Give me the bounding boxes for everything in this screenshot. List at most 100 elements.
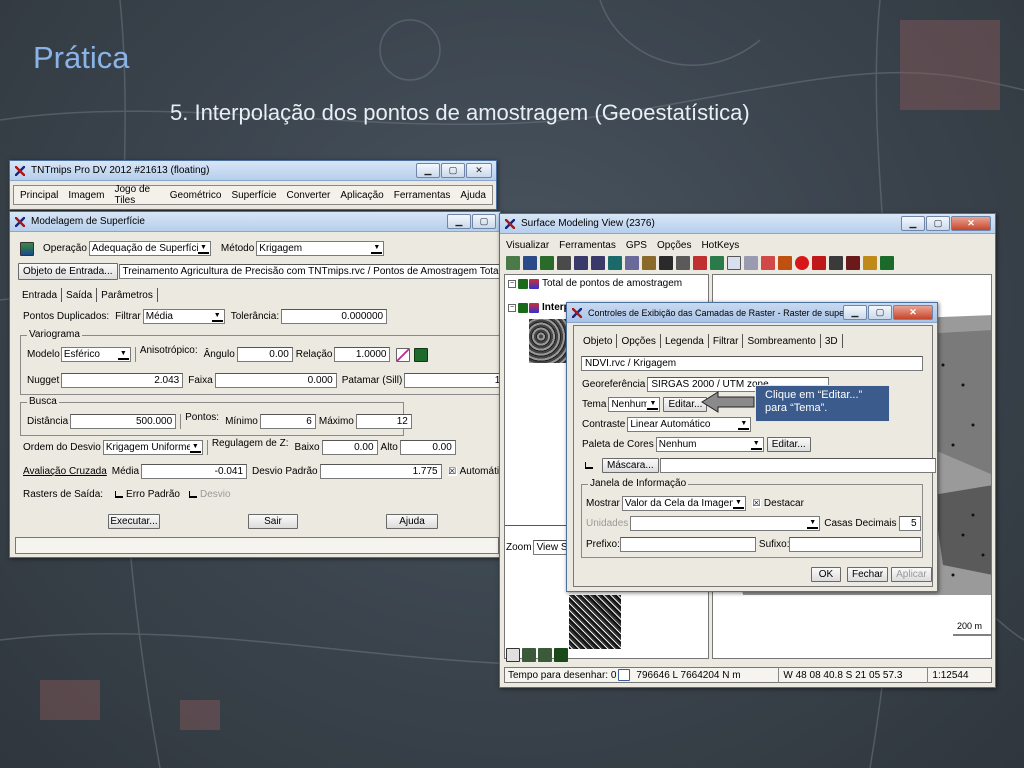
objeto-entrada-button[interactable]: Objeto de Entrada... — [18, 263, 118, 280]
unidades-select[interactable]: ▼ — [630, 516, 821, 531]
pan-icon[interactable] — [540, 256, 554, 270]
executar-button[interactable]: Executar... — [108, 514, 160, 529]
menu-ajuda[interactable]: Ajuda — [460, 190, 486, 201]
faixa-field[interactable]: 0.000 — [214, 373, 337, 388]
view-window-titlebar[interactable]: Surface Modeling View (2376) ▁ ▢ ✕ — [500, 214, 995, 234]
menu-aplicacao[interactable]: Aplicação — [340, 190, 383, 201]
paleta-editar-button[interactable]: Editar... — [766, 437, 811, 452]
menu-opcoes[interactable]: Opções — [657, 240, 691, 251]
close-button[interactable]: ✕ — [951, 216, 991, 231]
maximo-field[interactable]: 12 — [355, 414, 412, 429]
filtrar-select[interactable]: Média ▼ — [142, 309, 225, 324]
tema-select[interactable]: Nenhum ▼ — [608, 397, 661, 412]
tab-objeto[interactable]: Objeto — [579, 336, 616, 347]
close-button[interactable]: ✕ — [466, 163, 492, 178]
camera-icon[interactable] — [676, 256, 690, 270]
baixo-field[interactable]: 0.00 — [321, 440, 378, 455]
angulo-field[interactable]: 0.00 — [236, 347, 293, 362]
minimize-button[interactable]: ▁ — [901, 216, 925, 231]
avaliacao-cruzada-label[interactable]: Avaliação Cruzada — [23, 466, 107, 477]
minimize-button[interactable]: ▁ — [416, 163, 440, 178]
zoom-out-icon[interactable] — [591, 256, 605, 270]
pointer-icon[interactable] — [846, 256, 860, 270]
variogram-chart-icon[interactable] — [396, 347, 411, 362]
layers-icon[interactable] — [642, 256, 656, 270]
menu-ferramentas[interactable]: Ferramentas — [394, 190, 451, 201]
back-icon[interactable] — [778, 256, 792, 270]
sair-button[interactable]: Sair — [248, 514, 298, 529]
tab-sombreamento[interactable]: Sombreamento — [743, 336, 819, 347]
tab-parametros[interactable]: Parâmetros — [97, 290, 157, 301]
menu-hotkeys[interactable]: HotKeys — [701, 240, 739, 251]
zoom-in-icon[interactable] — [522, 648, 536, 662]
maximize-button[interactable]: ▢ — [472, 214, 496, 229]
minimo-field[interactable]: 6 — [259, 414, 316, 429]
refresh-icon[interactable] — [538, 648, 552, 662]
save-icon[interactable] — [414, 347, 429, 362]
tab-legenda[interactable]: Legenda — [661, 336, 708, 347]
distancia-field[interactable]: 500.000 — [70, 414, 177, 429]
aplicar-button[interactable]: Aplicar — [891, 567, 932, 582]
metodo-select[interactable]: Krigagem ▼ — [256, 241, 385, 256]
destacar-checkbox[interactable]: ☒ — [751, 499, 761, 508]
legend-icon[interactable] — [727, 256, 741, 270]
menu-imagem[interactable]: Imagem — [68, 190, 104, 201]
tab-3d[interactable]: 3D — [821, 336, 842, 347]
grid-icon[interactable] — [625, 256, 639, 270]
zoom-full-icon[interactable] — [554, 648, 568, 662]
gps-icon[interactable] — [506, 256, 520, 270]
contraste-select[interactable]: Linear Automático ▼ — [627, 417, 752, 432]
automatico-checkbox[interactable]: ☒ — [447, 467, 457, 476]
nugget-field[interactable]: 2.043 — [61, 373, 184, 388]
mascara-checkbox[interactable] — [585, 462, 593, 469]
sufixo-field[interactable] — [789, 537, 922, 552]
mascara-button[interactable]: Máscara... — [602, 458, 659, 473]
close-button[interactable]: ✕ — [893, 305, 933, 320]
zoom-in-icon[interactable] — [574, 256, 588, 270]
operacao-select[interactable]: Adequação de Superfície ▼ — [88, 241, 211, 256]
relacao-field[interactable]: 1.0000 — [334, 347, 391, 362]
maximize-button[interactable]: ▢ — [441, 163, 465, 178]
alto-field[interactable]: 0.00 — [399, 440, 456, 455]
layer-item[interactable]: − Total de pontos de amostragem — [508, 278, 682, 289]
menu-converter[interactable]: Converter — [286, 190, 330, 201]
layer-item[interactable]: − Interp — [508, 302, 570, 313]
measure-icon[interactable] — [744, 256, 758, 270]
refresh-icon[interactable] — [812, 256, 826, 270]
casas-decimais-field[interactable]: 5 — [898, 516, 921, 531]
menu-superficie[interactable]: Superfície — [231, 190, 276, 201]
view-scale-field[interactable]: View Sc — [532, 540, 567, 555]
desvio-checkbox[interactable] — [188, 491, 197, 498]
paleta-select[interactable]: Nenhum ▼ — [655, 437, 764, 452]
stop-icon[interactable] — [795, 256, 809, 270]
patamar-field[interactable]: 1 — [404, 373, 500, 388]
tab-saida[interactable]: Saída — [62, 290, 96, 301]
tab-entrada[interactable]: Entrada — [20, 290, 61, 301]
tolerancia-field[interactable]: 0.000000 — [281, 309, 388, 324]
maximize-button[interactable]: ▢ — [868, 305, 892, 320]
ajuda-button[interactable]: Ajuda — [386, 514, 438, 529]
find-icon[interactable] — [829, 256, 843, 270]
menu-ferramentas[interactable]: Ferramentas — [559, 240, 616, 251]
modelo-select[interactable]: Esférico ▼ — [60, 347, 131, 362]
minimize-button[interactable]: ▁ — [447, 214, 471, 229]
menu-gps[interactable]: GPS — [626, 240, 647, 251]
ordem-desvio-select[interactable]: Krigagem Uniforme ▼ — [102, 440, 203, 455]
zoom-icon[interactable] — [557, 256, 571, 270]
menu-principal[interactable]: Principal — [20, 190, 58, 201]
add-layer-icon[interactable] — [693, 256, 707, 270]
edit-icon[interactable] — [863, 256, 877, 270]
tab-filtrar[interactable]: Filtrar — [709, 336, 743, 347]
table-icon[interactable] — [710, 256, 724, 270]
menu-visualizar[interactable]: Visualizar — [506, 240, 549, 251]
mostrar-select[interactable]: Valor da Cela da Imagem ▼ — [621, 496, 746, 511]
menu-jogo-de-tiles[interactable]: Jogo de Tiles — [114, 184, 159, 206]
zoom-box-icon[interactable] — [608, 256, 622, 270]
raster-dialog-titlebar[interactable]: Controles de Exibição das Camadas de Ras… — [567, 303, 937, 323]
prefixo-field[interactable] — [619, 537, 756, 552]
coordinates-icon[interactable] — [618, 669, 631, 681]
main-window-titlebar[interactable]: TNTmips Pro DV 2012 #21613 (floating) ▁ … — [10, 161, 496, 181]
color-icon[interactable] — [761, 256, 775, 270]
erro-padrao-checkbox[interactable] — [115, 491, 124, 498]
surface-dialog-titlebar[interactable]: Modelagem de Superfície ▁ ▢ — [10, 212, 500, 232]
